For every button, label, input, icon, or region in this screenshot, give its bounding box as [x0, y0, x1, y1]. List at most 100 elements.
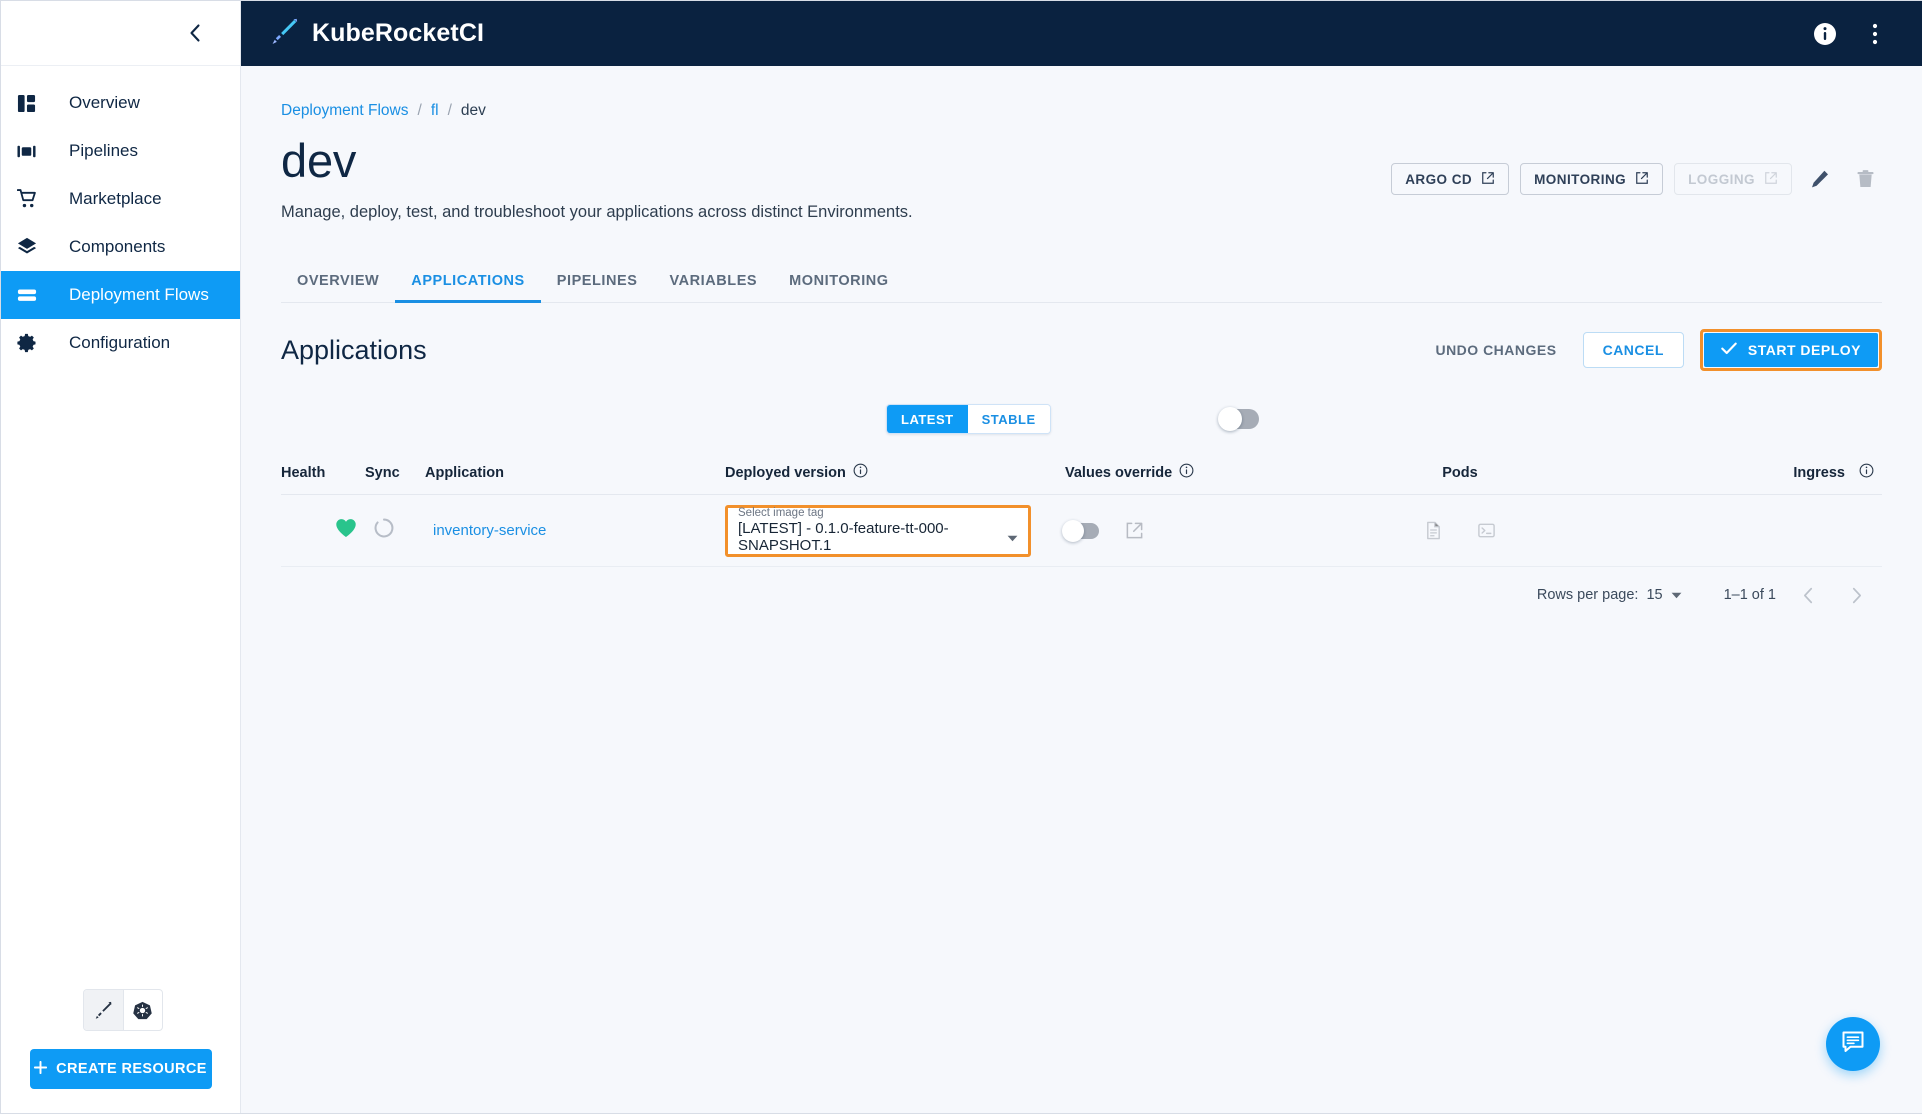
tab-variables[interactable]: VARIABLES: [653, 273, 773, 302]
application-window: Overview Pipelines Marketplace Component…: [0, 0, 1922, 1114]
pagination-next-button[interactable]: [1840, 579, 1872, 611]
cell-application: inventory-service: [425, 522, 725, 540]
kubernetes-icon[interactable]: [123, 990, 162, 1030]
column-header-values-override: Values override: [1065, 463, 1305, 482]
chat-icon: [1840, 1029, 1866, 1060]
plus-icon: [34, 1061, 47, 1078]
cell-health: [281, 518, 365, 543]
cart-icon: [17, 187, 53, 211]
krci-sword-icon[interactable]: [84, 990, 123, 1030]
tab-overview[interactable]: OVERVIEW: [281, 273, 395, 302]
cluster-switcher: [83, 989, 163, 1031]
column-header-sync: Sync: [365, 465, 425, 481]
dashboard-icon: [17, 91, 53, 115]
column-header-health: Health: [281, 465, 365, 481]
sync-circle-icon: [373, 526, 395, 543]
toggle-knob: [1062, 520, 1084, 542]
create-resource-button[interactable]: CREATE RESOURCE: [30, 1049, 212, 1089]
info-icon[interactable]: [853, 463, 868, 482]
pagination-range: 1–1 of 1: [1724, 587, 1776, 603]
pagination: Rows per page: 15 1–1 of 1: [281, 567, 1882, 623]
document-icon[interactable]: [1424, 521, 1443, 540]
applications-table: Health Sync Application Deployed version…: [281, 451, 1882, 623]
info-circle-icon[interactable]: [1810, 19, 1840, 49]
sidebar-item-pipelines[interactable]: Pipelines: [1, 127, 240, 175]
start-deploy-highlight: START DEPLOY: [1700, 329, 1882, 371]
sidebar: Overview Pipelines Marketplace Component…: [1, 1, 241, 1113]
rows-per-page-control[interactable]: Rows per page: 15: [1537, 587, 1682, 603]
sidebar-item-configuration[interactable]: Configuration: [1, 319, 240, 367]
trash-icon[interactable]: [1848, 162, 1882, 196]
version-segment-control: LATEST STABLE: [886, 404, 1051, 434]
tab-monitoring[interactable]: MONITORING: [773, 273, 904, 302]
cell-deployed-version: Select image tag [LATEST] - 0.1.0-featur…: [725, 505, 1065, 557]
start-deploy-button[interactable]: START DEPLOY: [1704, 333, 1878, 367]
sidebar-item-label: Overview: [69, 93, 140, 113]
filter-row: LATEST STABLE: [281, 397, 1882, 441]
top-header-bar: KubeRocketCI: [241, 1, 1922, 66]
external-link-icon: [1635, 171, 1649, 188]
monitoring-button[interactable]: MONITORING: [1520, 163, 1663, 195]
page-subtitle: Manage, deploy, test, and troubleshoot y…: [281, 203, 1882, 222]
external-link-icon[interactable]: [1125, 521, 1144, 540]
show-all-toggle[interactable]: [1221, 409, 1259, 429]
external-link-icon: [1481, 171, 1495, 188]
pagination-prev-button[interactable]: [1792, 579, 1824, 611]
more-vertical-icon[interactable]: [1860, 19, 1890, 49]
tab-bar: OVERVIEW APPLICATIONS PIPELINES VARIABLE…: [281, 258, 1882, 303]
segment-latest[interactable]: LATEST: [887, 405, 968, 433]
start-deploy-label: START DEPLOY: [1748, 342, 1861, 358]
pencil-icon[interactable]: [1803, 162, 1837, 196]
breadcrumb-item-deployment-flows[interactable]: Deployment Flows: [281, 102, 409, 120]
breadcrumb-separator: /: [448, 102, 452, 120]
logging-button: LOGGING: [1674, 163, 1792, 195]
pipelines-icon: [17, 139, 53, 163]
image-tag-select[interactable]: Select image tag [LATEST] - 0.1.0-featur…: [725, 505, 1031, 557]
sidebar-nav: Overview Pipelines Marketplace Component…: [1, 79, 240, 367]
sidebar-item-label: Pipelines: [69, 141, 138, 161]
sidebar-item-components[interactable]: Components: [1, 223, 240, 271]
sidebar-item-deployment-flows[interactable]: Deployment Flows: [1, 271, 240, 319]
heart-icon: [335, 525, 357, 542]
brand-name: KubeRocketCI: [312, 19, 484, 48]
argo-cd-button[interactable]: ARGO CD: [1391, 163, 1509, 195]
terminal-icon[interactable]: [1477, 521, 1496, 540]
cell-pods: [1305, 521, 1615, 540]
values-override-toggle[interactable]: [1065, 523, 1099, 539]
info-icon[interactable]: [1179, 463, 1194, 482]
chat-fab-button[interactable]: [1826, 1017, 1880, 1071]
column-header-deployed-version: Deployed version: [725, 463, 1065, 482]
cancel-button[interactable]: CANCEL: [1583, 332, 1684, 368]
breadcrumb-item-fl[interactable]: fl: [431, 102, 439, 120]
tab-pipelines[interactable]: PIPELINES: [541, 273, 654, 302]
column-label: Deployed version: [725, 465, 846, 481]
deployment-flows-icon: [17, 283, 53, 307]
column-label: Sync: [365, 465, 400, 481]
chevron-left-icon[interactable]: [182, 20, 208, 46]
check-icon: [1721, 342, 1737, 358]
cell-sync: [365, 517, 425, 544]
sidebar-item-overview[interactable]: Overview: [1, 79, 240, 127]
info-icon[interactable]: [1859, 463, 1874, 482]
image-tag-select-label: Select image tag: [728, 503, 1028, 519]
table-row: inventory-service Select image tag [LATE…: [281, 495, 1882, 567]
segment-stable[interactable]: STABLE: [968, 405, 1050, 433]
page-header-actions: ARGO CD MONITORING LOGGING: [1391, 162, 1882, 196]
undo-changes-button[interactable]: UNDO CHANGES: [1425, 334, 1566, 366]
application-link[interactable]: inventory-service: [433, 522, 546, 539]
breadcrumb-separator: /: [418, 102, 422, 120]
cell-values-override: [1065, 521, 1305, 540]
table-header-row: Health Sync Application Deployed version…: [281, 451, 1882, 495]
gear-icon: [17, 331, 53, 355]
brand[interactable]: KubeRocketCI: [271, 18, 484, 50]
argo-cd-label: ARGO CD: [1405, 172, 1472, 187]
column-label: Health: [281, 465, 325, 481]
chevron-down-icon: [1671, 587, 1682, 603]
sidebar-footer: CREATE RESOURCE: [1, 989, 240, 1113]
tab-applications[interactable]: APPLICATIONS: [395, 273, 540, 302]
rocket-sword-icon: [271, 18, 298, 50]
monitoring-label: MONITORING: [1534, 172, 1626, 187]
sidebar-header: [1, 1, 240, 66]
sidebar-item-marketplace[interactable]: Marketplace: [1, 175, 240, 223]
column-header-ingress: Ingress: [1615, 463, 1882, 482]
